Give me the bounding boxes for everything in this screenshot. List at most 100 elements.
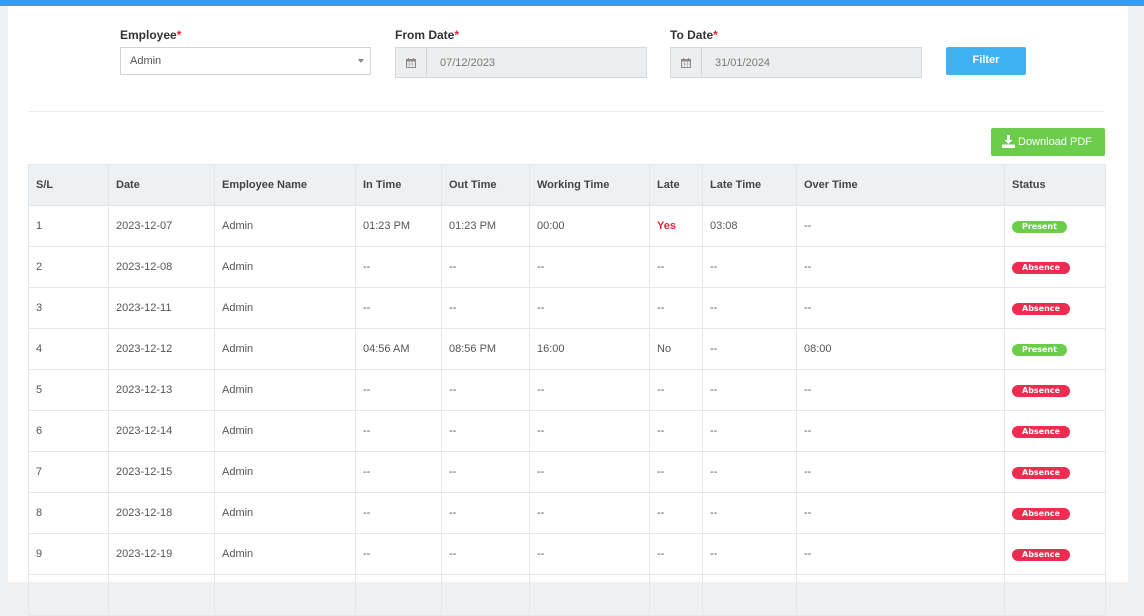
cell-late-time: 03:08 [702,205,797,247]
cell-status: Present [1004,328,1106,370]
cell-in-time: -- [355,369,442,411]
status-badge: Absence [1012,384,1070,397]
cell-sl: 7 [28,451,109,493]
cell-sl: 9 [28,533,109,575]
cell-employee-name: Admin [214,451,356,493]
cell-sl: 3 [28,287,109,329]
status-badge: Absence [1012,466,1070,479]
cell-employee-name: Admin [214,328,356,370]
cell-employee-name: Admin [214,410,356,452]
employee-select-value: Admin [130,55,162,67]
employee-select[interactable]: Admin [120,47,371,75]
cell-date: 2023-12-12 [108,328,215,370]
header-late: Late [649,164,703,206]
cell-in-time: 01:23 PM [355,205,442,247]
cell-working-time: 00:00 [529,205,650,247]
cell-out-time: -- [441,451,530,493]
cell-working-time: -- [529,369,650,411]
cell-working-time: -- [529,287,650,329]
cell-late: Yes [649,205,703,247]
cell-late-time: -- [702,533,797,575]
cell-late [649,574,703,616]
cell-status: Absence [1004,246,1106,288]
cell-working-time: -- [529,410,650,452]
status-badge: Absence [1012,507,1070,520]
table-row [28,574,1106,616]
from-date-field[interactable]: 07/12/2023 [395,47,647,78]
header-in-time: In Time [355,164,442,206]
table-row: 1 2023-12-07 Admin 01:23 PM 01:23 PM 00:00 Yes… [28,205,1106,247]
cell-out-time [441,574,530,616]
cell-sl: 6 [28,410,109,452]
cell-date: 2023-12-08 [108,246,215,288]
cell-out-time: -- [441,533,530,575]
cell-status: Absence [1004,492,1106,534]
cell-sl: 4 [28,328,109,370]
cell-out-time: -- [441,369,530,411]
download-pdf-label: Download PDF [1018,136,1092,148]
cell-late: -- [649,369,703,411]
status-badge: Absence [1012,548,1070,561]
table-row: 6 2023-12-14 Admin -- -- -- -- -- -- Absence [28,410,1106,452]
cell-in-time: -- [355,451,442,493]
cell-sl: 8 [28,492,109,534]
cell-late: No [649,328,703,370]
cell-over-time: -- [796,533,1005,575]
cell-out-time: 01:23 PM [441,205,530,247]
cell-working-time: -- [529,533,650,575]
to-date-label: To Date* [670,28,718,42]
table-row: 7 2023-12-15 Admin -- -- -- -- -- -- Absence [28,451,1106,493]
cell-in-time: -- [355,246,442,288]
table-row: 8 2023-12-18 Admin -- -- -- -- -- -- Absence [28,492,1106,534]
cell-in-time: 04:56 AM [355,328,442,370]
cell-date: 2023-12-07 [108,205,215,247]
cell-employee-name: Admin [214,492,356,534]
cell-out-time: -- [441,492,530,534]
cell-working-time: -- [529,246,650,288]
header-sl: S/L [28,164,109,206]
attendance-report-card: Employee* Admin From Date* 07/12/2023 To… [8,6,1128,616]
cell-over-time: -- [796,451,1005,493]
cell-late: -- [649,451,703,493]
cell-in-time: -- [355,410,442,452]
cell-employee-name: Admin [214,287,356,329]
download-pdf-button[interactable]: Download PDF [991,128,1105,156]
cell-status: Absence [1004,533,1106,575]
cell-date [108,574,215,616]
cell-working-time: -- [529,492,650,534]
cell-out-time: -- [441,246,530,288]
filter-button[interactable]: Filter [946,47,1026,75]
cell-late-time: -- [702,410,797,452]
cell-date: 2023-12-13 [108,369,215,411]
header-late-time: Late Time [702,164,797,206]
chevron-down-icon [358,59,364,63]
cell-over-time: -- [796,287,1005,329]
cell-late-time: -- [702,369,797,411]
cell-employee-name [214,574,356,616]
cell-employee-name: Admin [214,369,356,411]
header-out-time: Out Time [441,164,530,206]
cell-status: Absence [1004,369,1106,411]
cell-status: Present [1004,205,1106,247]
cell-over-time [796,574,1005,616]
to-date-field[interactable]: 31/01/2024 [670,47,922,78]
cell-late: -- [649,533,703,575]
table-row: 5 2023-12-13 Admin -- -- -- -- -- -- Absence [28,369,1106,411]
table-row: 2 2023-12-08 Admin -- -- -- -- -- -- Absence [28,246,1106,288]
cell-date: 2023-12-18 [108,492,215,534]
cell-date: 2023-12-11 [108,287,215,329]
cell-late: -- [649,410,703,452]
cell-late: -- [649,287,703,329]
table-row: 4 2023-12-12 Admin 04:56 AM 08:56 PM 16:00 No -… [28,328,1106,370]
status-badge: Absence [1012,302,1070,315]
cell-out-time: 08:56 PM [441,328,530,370]
cell-status [1004,574,1106,616]
cell-in-time: -- [355,287,442,329]
cell-sl: 5 [28,369,109,411]
table-header: S/L Date Employee Name In Time Out Time Worki… [28,164,1106,206]
cell-in-time [355,574,442,616]
calendar-icon [671,48,702,77]
cell-out-time: -- [441,410,530,452]
cell-out-time: -- [441,287,530,329]
cell-employee-name: Admin [214,533,356,575]
